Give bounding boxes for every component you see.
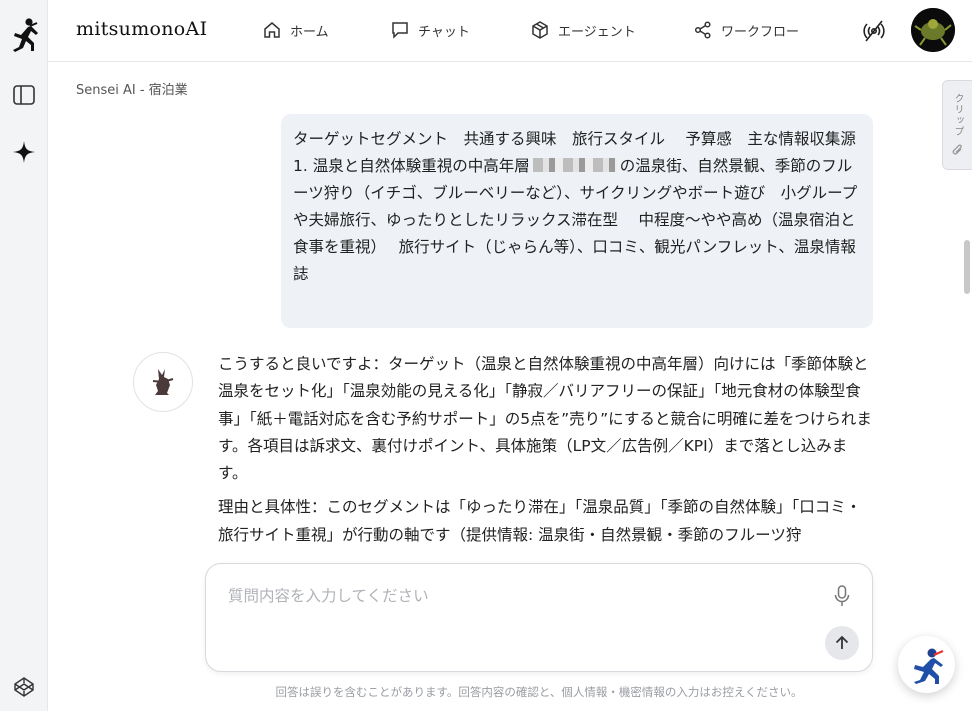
sparkle-icon[interactable] <box>0 132 48 172</box>
nav-workflow[interactable]: ワークフロー <box>693 19 799 41</box>
user-message-line2-rest: の温泉街、自然景観、季節のフルーツ狩り（イチゴ、ブルーベリーなど）、サイクリング… <box>293 157 858 283</box>
breadcrumb[interactable]: Sensei AI - 宿泊業 <box>76 79 188 98</box>
cube-icon <box>532 21 548 39</box>
share-nodes-icon <box>694 21 711 39</box>
user-message-line1: ターゲットセグメント 共通する興味 旅行スタイル 予算感 主な情報収集源 <box>293 130 856 148</box>
logo-ninja-icon[interactable] <box>0 15 48 55</box>
top-header: mitsumonoAI ホーム チャット エージェント ワークフロー <box>48 0 972 62</box>
sidebar-toggle-icon[interactable] <box>0 75 48 115</box>
assistant-message: こうすると良いですよ：ターゲット（温泉と自然体験重視の中高年層）向けには「季節体… <box>218 351 873 546</box>
clip-tab-label: クリップ <box>952 93 963 137</box>
chat-input[interactable] <box>228 584 808 624</box>
user-message-line2-start: 1. 温泉と自然体験重視の中高年層 <box>293 157 530 175</box>
brand-title: mitsumonoAI <box>76 18 208 40</box>
assistant-avatar <box>133 352 193 412</box>
broadcast-icon[interactable] <box>862 19 886 47</box>
nav-chat[interactable]: チャット <box>390 19 470 41</box>
nav-agent[interactable]: エージェント <box>530 19 636 41</box>
nav-home-label: ホーム <box>290 24 329 40</box>
redacted-text <box>532 158 617 172</box>
send-button[interactable] <box>825 626 859 660</box>
floating-ninja-button[interactable] <box>898 636 955 693</box>
home-icon <box>264 22 280 38</box>
left-rail <box>0 0 48 711</box>
chat-input-box <box>205 563 873 672</box>
assistant-paragraph-2: 理由と具体性：このセグメントは「ゆったり滞在」「温泉品質」「季節の自然体験」「口… <box>218 498 862 544</box>
chat-icon <box>392 22 408 39</box>
codepen-icon[interactable] <box>0 667 48 707</box>
nav-home[interactable]: ホーム <box>262 19 329 41</box>
clip-tab[interactable]: クリップ <box>942 80 972 170</box>
nav-chat-label: チャット <box>418 24 470 40</box>
nav-workflow-label: ワークフロー <box>721 24 800 40</box>
scrollbar-thumb[interactable] <box>964 240 970 294</box>
arrow-up-icon <box>835 635 849 649</box>
nav-agent-label: エージェント <box>558 24 636 40</box>
disclaimer: 回答は誤りを含むことがあります。回答内容の確認と、個人情報・機密情報の入力はお控… <box>275 685 803 699</box>
ninja-mascot-icon <box>913 648 943 684</box>
mic-button[interactable] <box>830 582 854 610</box>
assistant-paragraph-1: こうすると良いですよ：ターゲット（温泉と自然体験重視の中高年層）向けには「季節体… <box>218 355 872 483</box>
microphone-icon <box>834 585 850 606</box>
paperclip-icon <box>952 144 962 155</box>
user-avatar[interactable] <box>911 8 955 52</box>
user-message-bubble: ターゲットセグメント 共通する興味 旅行スタイル 予算感 主な情報収集源 1. … <box>281 114 873 328</box>
